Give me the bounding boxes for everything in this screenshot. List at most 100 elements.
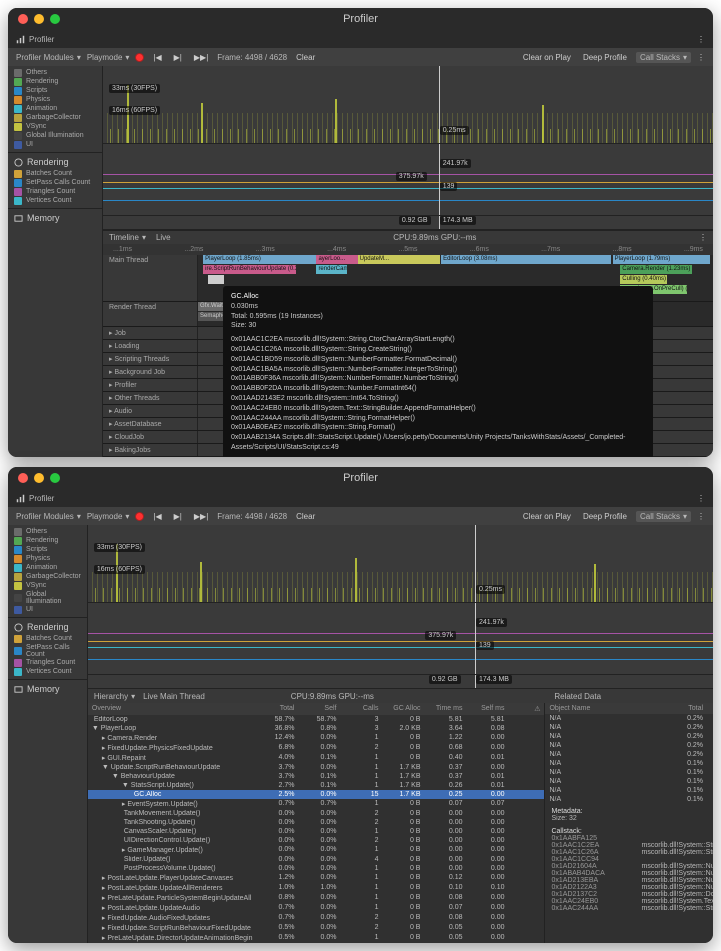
hierarchy-row[interactable]: ▸ PostLateUpdate.PlayerUpdateCanvases1.2…: [88, 873, 545, 883]
thread-label[interactable]: ▸ AssetDatabase: [103, 418, 198, 430]
live-dropdown[interactable]: Live: [156, 233, 171, 242]
thread-label[interactable]: Main Thread: [103, 255, 198, 301]
view-mode-dropdown[interactable]: Timeline ▾: [109, 233, 146, 242]
legend-item[interactable]: Rendering: [14, 77, 96, 86]
tab-profiler[interactable]: Profiler: [16, 494, 54, 503]
kebab-icon[interactable]: ⋮: [697, 35, 705, 44]
frame-marker[interactable]: [475, 603, 476, 674]
record-button[interactable]: [135, 53, 144, 62]
thread-label[interactable]: ▸ Other Threads: [103, 392, 198, 404]
legend-item[interactable]: Others: [14, 68, 96, 77]
playmode-dropdown[interactable]: Playmode▾: [87, 53, 130, 62]
hierarchy-row[interactable]: ▼ PlayerLoop36.8%0.8%32.0 KB3.640.08: [88, 724, 545, 733]
hierarchy-row[interactable]: ▸ PostLateUpdate.UpdateAudio0.7%0.0%10 B…: [88, 903, 545, 913]
hierarchy-row[interactable]: ▸ FixedUpdate.PhysicsFixedUpdate6.8%0.0%…: [88, 743, 545, 753]
titlebar[interactable]: Profiler: [8, 467, 713, 489]
legend-item[interactable]: VSync: [14, 122, 96, 131]
legend-item[interactable]: Global Illumination: [14, 131, 96, 140]
hierarchy-row[interactable]: CanvasScaler.Update()0.0%0.0%10 B0.000.0…: [88, 827, 545, 836]
clear-button[interactable]: Clear: [293, 512, 318, 521]
hierarchy-row[interactable]: ▸ PreLateUpdate.DirectorUpdateAnimationB…: [88, 933, 545, 943]
hierarchy-row[interactable]: PostProcessVolume.Update()0.0%0.0%10 B0.…: [88, 864, 545, 873]
timeline-bar[interactable]: EditorLoop (3.08ms): [441, 255, 611, 264]
thread-label[interactable]: ▸ Audio: [103, 405, 198, 417]
hierarchy-row[interactable]: ▸ GameManager.Update()0.0%0.0%10 B0.000.…: [88, 845, 545, 855]
related-row[interactable]: N/A0.2%48 B0.02: [545, 723, 713, 732]
memory-chart[interactable]: 0.92 GB 174.3 MB: [88, 675, 713, 689]
thread-label[interactable]: Render Thread: [103, 302, 198, 326]
related-row[interactable]: N/A0.1%30 B0.01: [545, 768, 713, 777]
legend-item[interactable]: Global Illumination: [14, 590, 81, 605]
next-frame-button[interactable]: ▶|: [171, 53, 185, 62]
hierarchy-row[interactable]: ▸ GUI.Repaint4.0%0.1%10 B0.400.01: [88, 753, 545, 763]
clear-button[interactable]: Clear: [293, 53, 318, 62]
timeline-bar[interactable]: ire.ScriptRunBehaviourUpdate (0.3...: [203, 265, 296, 274]
hierarchy-row[interactable]: EditorLoop58.7%58.7%30 B5.815.81: [88, 715, 545, 724]
hierarchy-row[interactable]: ▼ Update.ScriptRunBehaviourUpdate3.7%0.0…: [88, 763, 545, 772]
hierarchy-row[interactable]: ▸ FixedUpdate.AudioFixedUpdates0.7%0.0%2…: [88, 913, 545, 923]
deep-profile-toggle[interactable]: Deep Profile: [580, 53, 630, 62]
details-menu-icon[interactable]: ⋮: [699, 233, 707, 242]
thread-label[interactable]: ▸ CloudJob: [103, 431, 198, 443]
legend-item[interactable]: Animation: [14, 104, 96, 113]
legend-item[interactable]: GarbageCollector: [14, 113, 96, 122]
playmode-dropdown[interactable]: Playmode▾: [87, 512, 130, 521]
close-icon[interactable]: [18, 473, 28, 483]
thread-label[interactable]: ▸ Scripting Threads: [103, 353, 198, 365]
thread-label[interactable]: ▸ Background Job: [103, 366, 198, 378]
hierarchy-row[interactable]: ▸ FixedUpdate.ScriptRunBehaviourFixedUpd…: [88, 923, 545, 933]
module-memory[interactable]: Memory: [14, 211, 96, 225]
legend-item[interactable]: UI: [14, 605, 81, 614]
legend-item[interactable]: Triangles Count: [14, 658, 81, 667]
titlebar[interactable]: Profiler: [8, 8, 713, 30]
thread-label[interactable]: ▸ Job: [103, 327, 198, 339]
legend-item[interactable]: VSync: [14, 581, 81, 590]
legend-item[interactable]: Vertices Count: [14, 667, 81, 676]
timeline-bar[interactable]: renderCam...: [316, 265, 347, 274]
cpu-chart[interactable]: 33ms (30FPS) 16ms (60FPS) 0.25ms: [103, 66, 713, 144]
hierarchy-row[interactable]: ▼ StatsScript.Update()2.7%0.1%11.7 KB0.2…: [88, 781, 545, 790]
prev-frame-button[interactable]: |◀: [150, 53, 164, 62]
hierarchy-row[interactable]: UIDirectionControl.Update()0.0%0.0%20 B0…: [88, 836, 545, 845]
minimize-icon[interactable]: [34, 14, 44, 24]
memory-chart[interactable]: 0.92 GB 174.3 MB: [103, 216, 713, 230]
hierarchy-row[interactable]: ▸ EventSystem.Update()0.7%0.7%10 B0.070.…: [88, 799, 545, 809]
close-icon[interactable]: [18, 14, 28, 24]
context-menu-icon[interactable]: ⋮: [697, 512, 705, 521]
module-rendering[interactable]: Rendering: [14, 620, 81, 634]
next-frame-button[interactable]: ▶|: [171, 512, 185, 521]
hierarchy-row[interactable]: TankShooting.Update()0.0%0.0%20 B0.000.0…: [88, 818, 545, 827]
hierarchy-row[interactable]: ▸ PreLateUpdate.ParticleSystemBeginUpdat…: [88, 893, 545, 903]
rendering-chart[interactable]: 241.97k 375.97k 139: [103, 144, 713, 216]
record-button[interactable]: [135, 512, 144, 521]
tab-profiler[interactable]: Profiler: [16, 35, 54, 44]
timeline-view[interactable]: ...1ms...2ms...3ms...4ms...5ms...6ms...7…: [103, 244, 713, 457]
prev-frame-button[interactable]: |◀: [150, 512, 164, 521]
related-row[interactable]: N/A0.2%30 B0.02: [545, 750, 713, 759]
legend-item[interactable]: Batches Count: [14, 634, 81, 643]
hierarchy-row[interactable]: Slider.Update()0.0%0.0%40 B0.000.00: [88, 855, 545, 864]
legend-item[interactable]: Triangles Count: [14, 187, 96, 196]
clear-on-play-toggle[interactable]: Clear on Play: [520, 512, 574, 521]
legend-item[interactable]: Batches Count: [14, 169, 96, 178]
view-mode-dropdown[interactable]: Hierarchy ▾: [94, 692, 135, 701]
callstacks-dropdown[interactable]: Call Stacks▾: [636, 511, 691, 522]
deep-profile-toggle[interactable]: Deep Profile: [580, 512, 630, 521]
minimize-icon[interactable]: [34, 473, 44, 483]
timeline-bar[interactable]: Camera.Render (1.23ms): [620, 265, 692, 274]
related-row[interactable]: N/A0.2%48 B0.02: [545, 732, 713, 741]
related-row[interactable]: N/A0.2%32 B0.02: [545, 714, 713, 723]
timeline-bar[interactable]: UpdateM...: [358, 255, 440, 264]
kebab-icon[interactable]: ⋮: [697, 494, 705, 503]
related-row[interactable]: N/A0.2%30 B0.02: [545, 741, 713, 750]
hierarchy-row[interactable]: ▸ PostLateUpdate.UpdateAllRenderers1.0%1…: [88, 883, 545, 893]
timeline-bar[interactable]: Culling (0.40ms): [620, 275, 666, 284]
module-memory[interactable]: Memory: [14, 682, 81, 696]
callstacks-dropdown[interactable]: Call Stacks▾: [636, 52, 691, 63]
legend-item[interactable]: Physics: [14, 554, 81, 563]
hierarchy-row[interactable]: TankMovement.Update()0.0%0.0%20 B0.000.0…: [88, 809, 545, 818]
zoom-icon[interactable]: [50, 14, 60, 24]
timeline-bar[interactable]: PlayerLoop (1.79ms): [613, 255, 711, 264]
legend-item[interactable]: Scripts: [14, 86, 96, 95]
timeline-bar[interactable]: PlayerLoop (1.85ms): [203, 255, 316, 264]
